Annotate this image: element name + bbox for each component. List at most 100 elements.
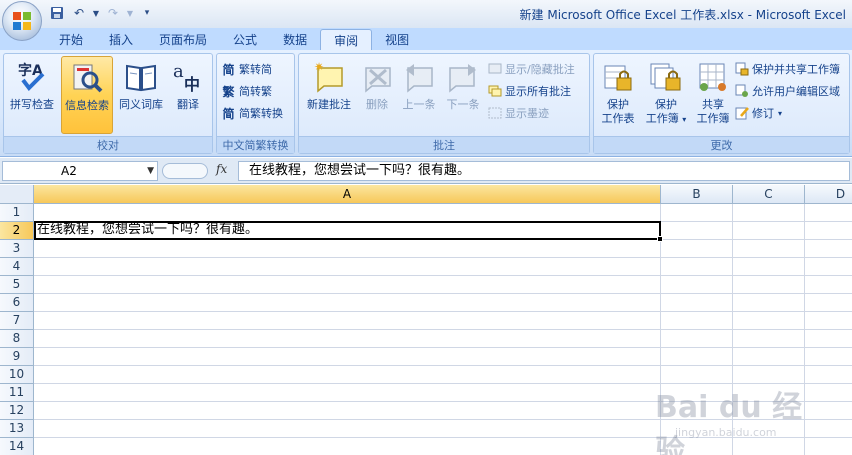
- quick-access-toolbar: ↶ ▼ ↷ ▼ ▾: [48, 4, 156, 22]
- svg-text:a: a: [173, 61, 184, 82]
- customize-qat-icon[interactable]: ▾: [138, 4, 156, 22]
- convert-button[interactable]: 简 简繁转换: [221, 103, 283, 123]
- allow-edit-icon: [734, 84, 749, 99]
- group-label-changes: 更改: [594, 136, 849, 153]
- tab-view[interactable]: 视图: [372, 28, 422, 50]
- gridline: [34, 311, 852, 312]
- to-simplified-button[interactable]: 简 繁转简: [221, 59, 272, 79]
- group-label-chinese: 中文简繁转换: [217, 136, 294, 153]
- fill-handle[interactable]: [657, 236, 663, 242]
- tab-review[interactable]: 审阅: [320, 29, 373, 50]
- tab-home[interactable]: 开始: [46, 28, 96, 50]
- row-header[interactable]: 9: [0, 348, 34, 366]
- row-header[interactable]: 8: [0, 330, 34, 348]
- previous-comment-icon: [406, 64, 433, 93]
- window-title: 新建 Microsoft Office Excel 工作表.xlsx - Mic…: [519, 8, 846, 22]
- tab-data[interactable]: 数据: [270, 28, 320, 50]
- undo-dropdown-icon[interactable]: ▼: [92, 4, 100, 22]
- row-header[interactable]: 4: [0, 258, 34, 276]
- show-all-comments-button[interactable]: 显示所有批注: [487, 81, 571, 101]
- gridline: [34, 257, 852, 258]
- row-header[interactable]: 5: [0, 276, 34, 294]
- select-all-corner[interactable]: [0, 185, 34, 204]
- new-comment-icon: ✷: [314, 60, 343, 93]
- formula-splitter[interactable]: [162, 163, 208, 179]
- column-header-d[interactable]: D: [805, 185, 852, 204]
- protect-workbook-dropdown-icon: ▾: [682, 115, 687, 124]
- research-button[interactable]: 信息检索: [61, 56, 113, 134]
- formula-input[interactable]: 在线教程，您想尝试一下吗？很有趣。: [238, 161, 850, 181]
- row-header[interactable]: 1: [0, 204, 34, 222]
- name-box[interactable]: A2 ▼: [2, 161, 158, 181]
- protect-sheet-button[interactable]: 保护 工作表: [596, 56, 640, 134]
- next-comment-button[interactable]: 下一条: [441, 56, 485, 134]
- row-header[interactable]: 2: [0, 222, 34, 240]
- redo-icon[interactable]: ↷: [104, 4, 122, 22]
- new-comment-button[interactable]: ✷ 新建批注: [301, 56, 357, 134]
- name-box-dropdown-icon[interactable]: ▼: [147, 162, 154, 180]
- baidu-watermark: Bai du 经验 jingyan.baidu.com: [655, 382, 805, 455]
- svg-text:✷: ✷: [314, 60, 324, 74]
- row-header[interactable]: 3: [0, 240, 34, 258]
- cell-a2[interactable]: 在线教程，您想尝试一下吗？很有趣。: [34, 221, 661, 240]
- row-header[interactable]: 7: [0, 312, 34, 330]
- protect-workbook-lock-icon: [650, 63, 681, 91]
- show-ink-button[interactable]: 显示墨迹: [487, 103, 549, 123]
- office-logo-icon: [13, 12, 31, 30]
- office-button[interactable]: [2, 1, 42, 41]
- column-header-c[interactable]: C: [733, 185, 805, 204]
- undo-icon[interactable]: ↶: [70, 4, 88, 22]
- column-header-a[interactable]: A: [34, 185, 661, 204]
- column-header-b[interactable]: B: [661, 185, 733, 204]
- group-label-comments: 批注: [299, 136, 589, 153]
- show-hide-comment-button[interactable]: 显示/隐藏批注: [487, 59, 575, 79]
- show-all-comments-icon: [487, 84, 502, 99]
- row-header[interactable]: 10: [0, 366, 34, 384]
- thesaurus-button[interactable]: 同义词库: [115, 56, 167, 134]
- share-workbook-button[interactable]: 共享 工作簿: [690, 56, 736, 134]
- spell-check-button[interactable]: 字A 拼写检查: [6, 56, 58, 134]
- row-header[interactable]: 12: [0, 402, 34, 420]
- svg-text:中: 中: [184, 75, 200, 94]
- group-label-proofing: 校对: [4, 136, 212, 153]
- watermark-url: jingyan.baidu.com: [675, 426, 777, 439]
- formula-bar: A2 ▼ fx 在线教程，您想尝试一下吗？很有趣。: [0, 158, 852, 184]
- delete-comment-button[interactable]: 删除: [357, 56, 397, 134]
- row-header[interactable]: 13: [0, 420, 34, 438]
- tab-formulas[interactable]: 公式: [220, 28, 270, 50]
- row-header[interactable]: 6: [0, 294, 34, 312]
- gridline: [34, 329, 852, 330]
- gridline: [34, 347, 852, 348]
- protect-share-icon: [734, 62, 749, 77]
- spell-check-icon: 字A: [18, 62, 45, 92]
- show-ink-icon: [487, 106, 502, 121]
- formula-tools: fx: [162, 161, 236, 181]
- save-icon[interactable]: [48, 4, 66, 22]
- tab-insert[interactable]: 插入: [96, 28, 146, 50]
- previous-comment-button[interactable]: 上一条: [397, 56, 441, 134]
- track-changes-dropdown-icon: ▾: [778, 108, 783, 118]
- tab-page-layout[interactable]: 页面布局: [146, 28, 220, 50]
- track-changes-icon: [734, 106, 749, 121]
- track-changes-button[interactable]: 修订 ▾: [734, 103, 782, 123]
- group-changes: 保护 工作表 保护 工作簿 ▾ 共享 工作簿 保护并共享工作簿 允许用户编辑区域…: [593, 53, 850, 154]
- row-header[interactable]: 11: [0, 384, 34, 402]
- ribbon: 字A 拼写检查 信息检索 同义词库 a 中 翻译 校对 简 繁转简 繁 简转繁 …: [0, 50, 852, 157]
- translate-icon: a 中: [173, 61, 200, 94]
- protect-workbook-button[interactable]: 保护 工作簿 ▾: [642, 56, 690, 134]
- group-comments: ✷ 新建批注 删除 上一条 下一条 显示/隐藏批注 显示所有批注 显示墨迹 批注: [298, 53, 590, 154]
- insert-function-icon[interactable]: fx: [216, 162, 227, 176]
- to-simplified-icon: 简: [222, 62, 235, 77]
- protect-and-share-button[interactable]: 保护并共享工作簿: [734, 59, 840, 79]
- translate-button[interactable]: a 中 翻译: [162, 56, 214, 134]
- row-header[interactable]: 14: [0, 438, 34, 455]
- gridline: [34, 275, 852, 276]
- to-traditional-button[interactable]: 繁 简转繁: [221, 81, 272, 101]
- watermark-brand: Bai du 经验: [655, 390, 803, 455]
- show-hide-comment-icon: [487, 62, 502, 77]
- redo-dropdown-icon[interactable]: ▼: [126, 4, 134, 22]
- allow-users-edit-ranges-button[interactable]: 允许用户编辑区域: [734, 81, 840, 101]
- group-proofing: 字A 拼写检查 信息检索 同义词库 a 中 翻译 校对: [3, 53, 213, 154]
- protect-sheet-lock-icon: [604, 65, 632, 91]
- gridline: [34, 293, 852, 294]
